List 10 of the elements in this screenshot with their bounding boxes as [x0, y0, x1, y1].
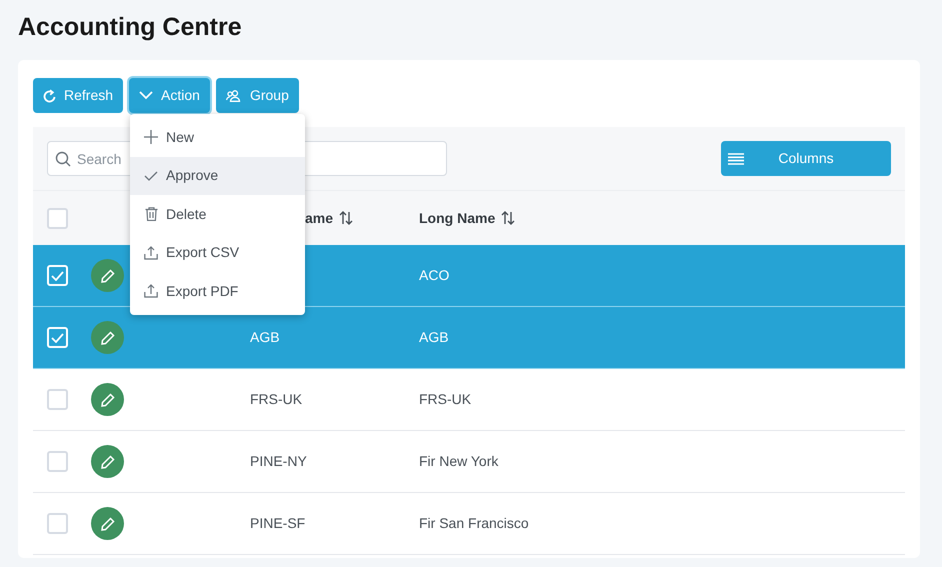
table-cell-text: AGB [419, 328, 449, 347]
table-cell: PINE-NY [250, 452, 307, 468]
table-cell: AGB [250, 328, 280, 344]
table-cell: FRS-UK [250, 390, 302, 406]
table-cell: PINE-SF [250, 514, 306, 530]
table-cell-text: Fir San Francisco [419, 514, 529, 533]
table-cell-text: ACO [419, 266, 450, 285]
table-cell-text: FRS-UK [419, 390, 472, 409]
page-title: Accounting Centre [18, 12, 242, 43]
table-cell-text: Fir New York [419, 452, 498, 471]
